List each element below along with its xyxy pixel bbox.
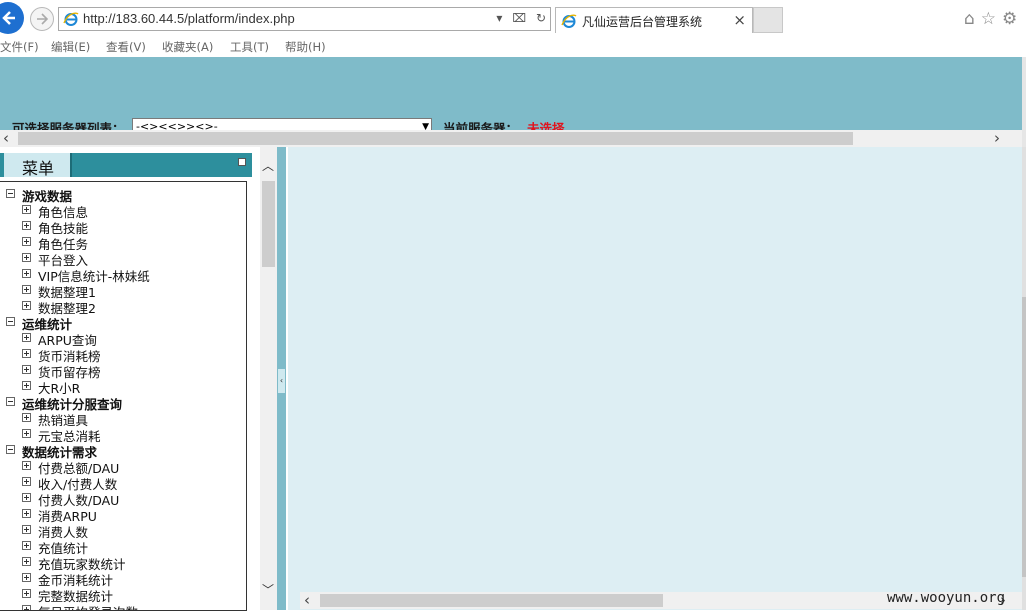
scroll-left-icon[interactable]: ‹ xyxy=(304,591,310,609)
expand-icon[interactable] xyxy=(22,493,31,502)
expand-icon[interactable] xyxy=(22,557,31,566)
forward-button[interactable] xyxy=(30,7,54,31)
settings-gear-icon[interactable]: ⚙ xyxy=(1002,9,1023,29)
expand-icon[interactable] xyxy=(22,237,31,246)
ie-icon xyxy=(63,12,79,26)
forward-arrow-icon xyxy=(37,13,48,25)
toolbar-icons: ⌂☆⚙ xyxy=(964,9,1023,29)
expand-icon[interactable] xyxy=(22,605,31,610)
menu-header: 菜单 xyxy=(0,153,252,178)
menu-panel: 菜单 游戏数据 角色信息 角色技能 角色任务 平台登入 VIP信息统计-林妹纸 数据整理1 数… xyxy=(0,147,260,611)
favorites-star-icon[interactable]: ☆ xyxy=(981,9,1002,29)
expand-icon[interactable] xyxy=(22,461,31,470)
expand-icon[interactable] xyxy=(22,429,31,438)
expand-icon[interactable] xyxy=(22,365,31,374)
collapse-left-icon[interactable]: ‹ xyxy=(278,369,285,393)
menu-edit[interactable]: 编辑(E) xyxy=(51,39,90,55)
menu-tools[interactable]: 工具(T) xyxy=(230,39,269,55)
scroll-thumb[interactable] xyxy=(320,594,663,607)
watermark: www.wooyun.org xyxy=(887,590,1006,606)
tab-ie-icon xyxy=(561,14,577,28)
back-arrow-icon xyxy=(2,11,15,25)
expand-icon[interactable] xyxy=(22,269,31,278)
browser-chrome: http://183.60.44.5/platform/index.php ▾ … xyxy=(0,0,1026,57)
back-button[interactable] xyxy=(0,2,24,34)
expand-icon[interactable] xyxy=(22,205,31,214)
refresh-icon[interactable]: ↻ xyxy=(536,11,546,25)
expand-icon[interactable] xyxy=(22,525,31,534)
close-tab-icon[interactable]: × xyxy=(733,11,746,29)
expand-icon[interactable] xyxy=(22,333,31,342)
browser-tab[interactable]: 凡仙运营后台管理系统 × xyxy=(555,7,753,33)
address-bar[interactable]: http://183.60.44.5/platform/index.php ▾ … xyxy=(58,7,551,31)
new-tab-button[interactable] xyxy=(753,7,783,33)
menu-vertical-scrollbar[interactable]: ︿ ﹀ xyxy=(260,147,277,610)
content-vertical-scrollbar[interactable] xyxy=(1022,147,1026,610)
expand-icon[interactable] xyxy=(22,349,31,358)
compat-view-icon[interactable]: ⌧ xyxy=(512,11,526,25)
collapse-icon[interactable] xyxy=(6,189,15,198)
collapse-icon[interactable] xyxy=(6,445,15,454)
menu-bar: 文件(F) 编辑(E) 查看(V) 收藏夹(A) 工具(T) 帮助(H) xyxy=(0,37,1026,56)
address-actions: ▾ ⌧ ↻ xyxy=(490,11,546,25)
expand-icon[interactable] xyxy=(22,589,31,598)
expand-icon[interactable] xyxy=(22,253,31,262)
scroll-left-icon[interactable]: ‹ xyxy=(3,129,9,147)
url-text: http://183.60.44.5/platform/index.php xyxy=(83,11,295,26)
menu-tree: 游戏数据 角色信息 角色技能 角色任务 平台登入 VIP信息统计-林妹纸 数据整理1 数据整理… xyxy=(0,181,247,611)
menu-view[interactable]: 查看(V) xyxy=(106,39,146,55)
scroll-thumb[interactable] xyxy=(18,132,853,145)
scroll-right-icon[interactable]: › xyxy=(994,129,1000,147)
menu-help[interactable]: 帮助(H) xyxy=(285,39,326,55)
scroll-thumb[interactable] xyxy=(262,181,275,267)
expand-icon[interactable] xyxy=(22,509,31,518)
expand-icon[interactable] xyxy=(22,221,31,230)
dropdown-icon[interactable]: ▾ xyxy=(496,11,502,25)
expand-icon[interactable] xyxy=(22,285,31,294)
expand-icon[interactable] xyxy=(22,301,31,310)
top-horizontal-scrollbar[interactable]: ‹ › xyxy=(0,129,1022,147)
tab-title: 凡仙运营后台管理系统 xyxy=(582,15,703,29)
collapse-icon[interactable] xyxy=(6,397,15,406)
menu-title: 菜单 xyxy=(22,159,55,178)
menu-file[interactable]: 文件(F) xyxy=(0,39,39,55)
menu-favorites[interactable]: 收藏夹(A) xyxy=(162,39,213,55)
expand-icon[interactable] xyxy=(22,477,31,486)
scroll-up-icon[interactable]: ︿ xyxy=(262,157,274,174)
collapse-icon[interactable] xyxy=(6,317,15,326)
panel-splitter[interactable]: ‹ xyxy=(277,147,286,610)
expand-icon[interactable] xyxy=(22,381,31,390)
collapse-menu-icon[interactable] xyxy=(238,158,246,166)
scroll-thumb[interactable] xyxy=(1022,297,1026,577)
expand-icon[interactable] xyxy=(22,413,31,422)
content-area xyxy=(288,147,1022,610)
expand-icon[interactable] xyxy=(22,573,31,582)
home-icon[interactable]: ⌂ xyxy=(964,9,981,29)
expand-icon[interactable] xyxy=(22,541,31,550)
scroll-down-icon[interactable]: ﹀ xyxy=(262,581,274,598)
menu-tab[interactable]: 菜单 xyxy=(4,153,72,178)
